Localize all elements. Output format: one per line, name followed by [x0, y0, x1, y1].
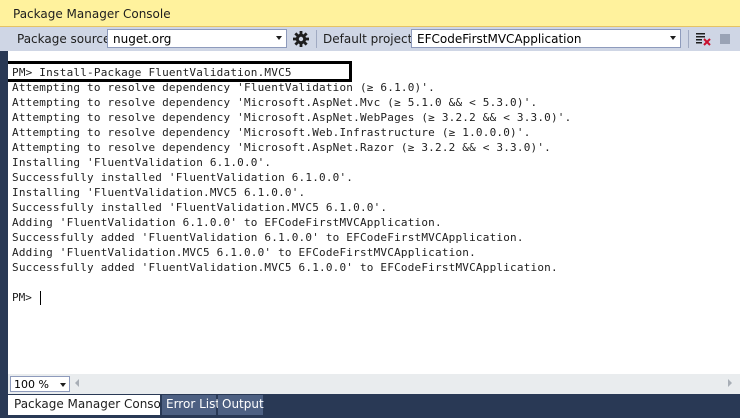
clear-console-icon[interactable] — [694, 30, 712, 48]
tab-error-list[interactable]: Error List — [162, 395, 220, 415]
console-line: Installing 'FluentValidation.MVC5 6.1.0.… — [12, 186, 306, 199]
chevron-down-icon — [670, 36, 676, 40]
text-caret[interactable] — [40, 291, 41, 305]
console-output[interactable]: PM> Install-Package FluentValidation.MVC… — [8, 51, 740, 374]
console-line: Attempting to resolve dependency 'Micros… — [12, 96, 538, 109]
chevron-down-icon — [60, 383, 66, 387]
default-project-label: Default project: — [323, 32, 417, 46]
console-line: Installing 'FluentValidation 6.1.0.0'. — [12, 156, 272, 169]
zoom-dropdown[interactable]: 100 % — [10, 376, 70, 392]
console-line: Adding 'FluentValidation 6.1.0.0' to EFC… — [12, 216, 442, 229]
default-project-dropdown[interactable]: EFCodeFirstMVCApplication — [411, 29, 681, 48]
package-manager-console-window: Package Manager Console Package source: … — [0, 0, 740, 418]
console-lines: PM> Install-Package FluentValidation.MVC… — [12, 65, 571, 275]
console-line: Successfully installed 'FluentValidation… — [12, 171, 354, 184]
console-line: Successfully installed 'FluentValidation… — [12, 201, 388, 214]
settings-gear-icon[interactable] — [292, 30, 310, 48]
chevron-down-icon — [276, 36, 282, 40]
package-source-value: nuget.org — [113, 32, 172, 46]
console-line: Attempting to resolve dependency 'Micros… — [12, 141, 551, 154]
console-line: Successfully added 'FluentValidation 6.1… — [12, 231, 524, 244]
console-line: Adding 'FluentValidation.MVC5 6.1.0.0' t… — [12, 246, 476, 259]
scroll-left-arrow-icon[interactable] — [75, 379, 79, 387]
console-line: PM> Install-Package FluentValidation.MVC… — [12, 66, 292, 79]
toolbar-separator — [688, 30, 689, 48]
toolbar-separator — [316, 30, 317, 48]
console-line: Attempting to resolve dependency 'Micros… — [12, 126, 531, 139]
scroll-right-arrow-icon[interactable] — [728, 379, 732, 387]
package-source-label: Package source: — [17, 32, 115, 46]
toolbar: Package source: nuget.org Default projec… — [0, 27, 740, 51]
console-line: Attempting to resolve dependency 'Fluent… — [12, 81, 435, 94]
zoom-value: 100 % — [14, 378, 49, 391]
console-footer-bar: 100 % — [8, 374, 740, 394]
tool-window-tabs: Package Manager Console Error List Outpu… — [0, 394, 740, 418]
tab-output[interactable]: Output — [218, 395, 264, 415]
console-line: Attempting to resolve dependency 'Micros… — [12, 111, 572, 124]
window-title: Package Manager Console — [13, 7, 171, 21]
package-source-dropdown[interactable]: nuget.org — [107, 29, 287, 48]
console-line: Successfully added 'FluentValidation.MVC… — [12, 261, 558, 274]
tab-package-manager-console[interactable]: Package Manager Console — [8, 395, 172, 415]
title-bar[interactable]: Package Manager Console — [0, 0, 740, 27]
console-prompt: PM> — [12, 291, 39, 304]
stop-icon[interactable] — [716, 30, 734, 48]
default-project-value: EFCodeFirstMVCApplication — [417, 32, 582, 46]
